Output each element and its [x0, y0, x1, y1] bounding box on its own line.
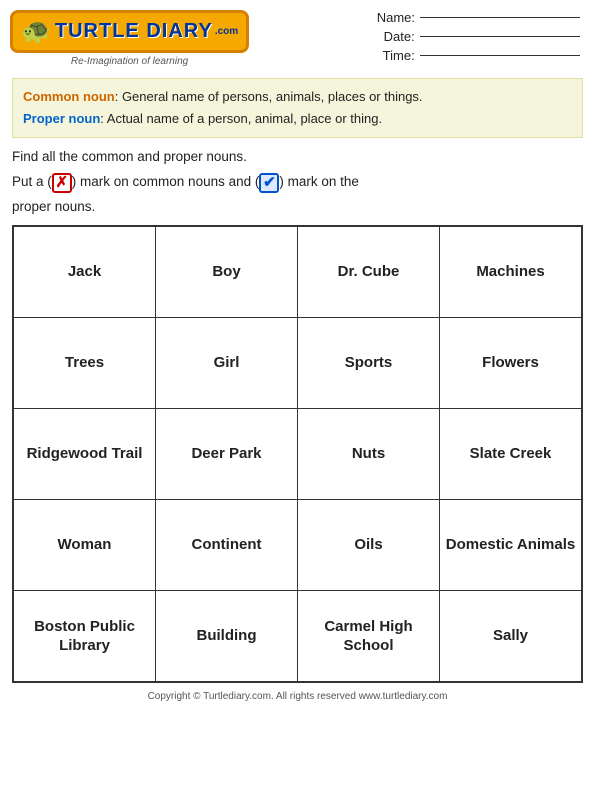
grid-cell[interactable]: Sports [298, 318, 440, 408]
logo-box: 🐢 TURTLE DIARY .com [10, 10, 249, 53]
header: 🐢 TURTLE DIARY .com Re-Imagination of le… [0, 0, 595, 72]
footer: Copyright © Turtlediary.com. All rights … [0, 691, 595, 702]
footer-text: Copyright © Turtlediary.com. All rights … [148, 691, 448, 702]
instruction-line1: Find all the common and proper nouns. [12, 146, 583, 169]
date-line [420, 36, 580, 37]
grid-cell[interactable]: Girl [156, 318, 298, 408]
grid-row[interactable]: TreesGirlSportsFlowers [14, 318, 581, 409]
info-box: Common noun: General name of persons, an… [12, 78, 583, 138]
name-fields: Name: Date: Time: [377, 10, 580, 63]
instruction-line2: Put a (✗) mark on common nouns and (✔) m… [12, 171, 583, 194]
proper-noun-desc: : Actual name of a person, animal, place… [100, 111, 382, 126]
proper-noun-label: Proper noun [23, 111, 100, 126]
inst-prefix: Put a ( [12, 174, 52, 189]
grid-cell[interactable]: Machines [440, 227, 581, 317]
inst-suffix: ) mark on the [279, 174, 359, 189]
turtle-icon: 🐢 [21, 17, 51, 46]
check-mark-icon: ✔ [259, 173, 279, 193]
x-mark-icon: ✗ [52, 173, 72, 193]
instruction-line3: proper nouns. [12, 196, 583, 219]
grid-cell[interactable]: Boy [156, 227, 298, 317]
grid-cell[interactable]: Jack [14, 227, 156, 317]
noun-grid: JackBoyDr. CubeMachinesTreesGirlSportsFl… [12, 225, 583, 683]
name-label: Name: [377, 10, 415, 25]
logo-area: 🐢 TURTLE DIARY .com Re-Imagination of le… [10, 10, 249, 67]
instructions: Find all the common and proper nouns. Pu… [12, 146, 583, 219]
common-noun-desc: : General name of persons, animals, plac… [115, 89, 423, 104]
grid-cell[interactable]: Ridgewood Trail [14, 409, 156, 499]
date-label: Date: [377, 29, 415, 44]
grid-cell[interactable]: Domestic Animals [440, 500, 581, 590]
grid-cell[interactable]: Building [156, 591, 298, 681]
grid-cell[interactable]: Deer Park [156, 409, 298, 499]
grid-row[interactable]: Ridgewood TrailDeer ParkNutsSlate Creek [14, 409, 581, 500]
grid-cell[interactable]: Slate Creek [440, 409, 581, 499]
grid-cell[interactable]: Continent [156, 500, 298, 590]
common-noun-label: Common noun [23, 89, 115, 104]
time-line [420, 55, 580, 56]
grid-cell[interactable]: Flowers [440, 318, 581, 408]
time-label: Time: [377, 48, 415, 63]
grid-cell[interactable]: Woman [14, 500, 156, 590]
grid-cell[interactable]: Nuts [298, 409, 440, 499]
grid-cell[interactable]: Carmel High School [298, 591, 440, 681]
tagline: Re-Imagination of learning [71, 56, 188, 67]
grid-cell[interactable]: Trees [14, 318, 156, 408]
grid-cell[interactable]: Dr. Cube [298, 227, 440, 317]
grid-row[interactable]: WomanContinentOilsDomestic Animals [14, 500, 581, 591]
grid-cell[interactable]: Boston Public Library [14, 591, 156, 681]
logo-com: .com [215, 26, 238, 37]
inst-mid: ) mark on common nouns and ( [72, 174, 260, 189]
grid-row[interactable]: Boston Public LibraryBuildingCarmel High… [14, 591, 581, 681]
grid-cell[interactable]: Sally [440, 591, 581, 681]
grid-row[interactable]: JackBoyDr. CubeMachines [14, 227, 581, 318]
grid-cell[interactable]: Oils [298, 500, 440, 590]
name-line [420, 17, 580, 18]
logo-text: TURTLE DIARY [55, 20, 213, 43]
